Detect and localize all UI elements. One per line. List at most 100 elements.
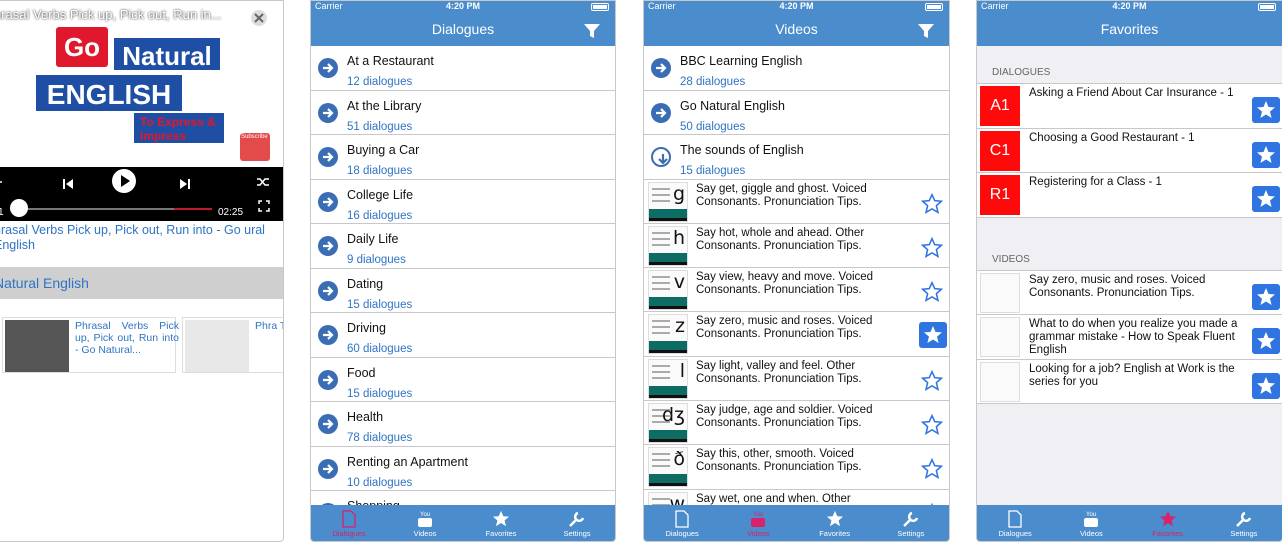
tab-favorites[interactable]: Favorites (797, 505, 873, 541)
video-thumbnail: w (648, 491, 688, 505)
close-icon[interactable] (250, 9, 268, 32)
wrench-icon (873, 505, 949, 529)
related-video[interactable]: Phrasal Verbs Pick up, Pick out, Run int… (2, 317, 179, 373)
star-outline-icon[interactable] (920, 280, 944, 308)
video-title: Say judge, age and soldier. Voiced Conso… (696, 403, 873, 429)
seek-handle[interactable] (10, 199, 28, 217)
arrow-right-circle-icon (318, 369, 338, 390)
battery-icon (925, 3, 943, 11)
previous-icon[interactable] (62, 177, 74, 195)
tab-dialogues[interactable]: Dialogues (644, 505, 720, 541)
youtube-icon: You (1053, 505, 1129, 529)
phoneme-glyph: dʒ (661, 403, 685, 426)
category-row[interactable]: Buying a Car 18 dialogues (311, 135, 615, 180)
section-header-dialogues: DIALOGUES (992, 67, 1051, 78)
video-title-link[interactable]: hrasal Verbs Pick up, Pick out, Run into… (0, 223, 274, 253)
favorite-dialogue-row[interactable]: R1 Registering for a Class - 1 (977, 173, 1282, 218)
next-icon[interactable] (179, 177, 191, 195)
category-row[interactable]: Shopping (311, 491, 615, 505)
star-filled-icon[interactable] (1252, 186, 1280, 212)
related-thumbnail (185, 320, 249, 372)
category-row[interactable]: Food 15 dialogues (311, 357, 615, 402)
tab-videos[interactable]: You Videos (1053, 505, 1129, 541)
category-title: Daily Life (347, 232, 399, 246)
related-video-title: Phra Take (255, 320, 283, 332)
star-filled-icon[interactable] (919, 322, 947, 349)
youtube-icon: You (387, 505, 463, 529)
tab-videos[interactable]: You Videos (720, 505, 796, 541)
play-button[interactable] (111, 168, 137, 199)
category-row[interactable]: Dating 15 dialogues (311, 268, 615, 313)
category-row[interactable]: At a Restaurant 12 dialogues (311, 46, 615, 91)
star-filled-icon[interactable] (1252, 141, 1280, 168)
category-row[interactable]: At the Library 51 dialogues (311, 90, 615, 135)
favorite-dialogue-row[interactable]: A1 Asking a Friend About Car Insurance - … (977, 84, 1282, 129)
video-row[interactable]: w Say wet, one and when. Other Consonants… (644, 489, 949, 505)
category-count: 18 dialogues (347, 165, 413, 177)
favorite-video-row[interactable]: What to do when you realize you made a g… (977, 315, 1282, 360)
repeat-icon[interactable] (0, 175, 3, 193)
category-row[interactable]: Daily Life 9 dialogues (311, 224, 615, 269)
category-row[interactable]: College Life 16 dialogues (311, 179, 615, 224)
video-thumbnail (980, 272, 1020, 313)
tab-settings[interactable]: Settings (539, 505, 615, 541)
star-outline-icon[interactable] (920, 413, 944, 441)
star-filled-icon[interactable] (1252, 283, 1280, 310)
star-filled-icon[interactable] (1252, 97, 1280, 123)
category-row[interactable]: Go Natural English 50 dialogues (644, 90, 949, 135)
category-row[interactable]: Renting an Apartment 10 dialogues (311, 446, 615, 491)
tab-favorites[interactable]: Favorites (463, 505, 539, 541)
star-icon (797, 505, 873, 529)
related-video[interactable]: Phra Take (182, 317, 283, 373)
star-outline-icon[interactable] (920, 192, 944, 220)
phoneme-glyph: l (679, 359, 685, 382)
fullscreen-icon[interactable] (258, 199, 270, 217)
category-row[interactable]: BBC Learning English 28 dialogues (644, 46, 949, 91)
subscribe-button[interactable]: Subscribe (240, 133, 270, 161)
category-title: BBC Learning English (680, 54, 803, 68)
video-frame[interactable]: Go Natural ENGLISH To Express & Impress … (0, 1, 283, 221)
star-filled-icon[interactable] (1252, 328, 1280, 354)
tab-favorites[interactable]: Favorites (1130, 505, 1206, 541)
video-row[interactable]: v Say view, heavy and move. Voiced Conson… (644, 268, 949, 313)
video-row[interactable]: l Say light, valley and feel. Other Conso… (644, 356, 949, 401)
status-bar: Carrier 4:20 PM (311, 1, 615, 13)
video-row[interactable]: z Say zero, music and roses. Voiced Conso… (644, 312, 949, 357)
star-outline-icon[interactable] (920, 236, 944, 264)
document-icon (644, 505, 720, 529)
favorite-video-row[interactable]: Looking for a job? English at Work is th… (977, 359, 1282, 404)
tab-dialogues[interactable]: Dialogues (977, 505, 1053, 541)
star-outline-icon[interactable] (920, 369, 944, 397)
favorite-video-row[interactable]: Say zero, music and roses. Voiced Conson… (977, 270, 1282, 315)
tab-dialogues[interactable]: Dialogues (311, 505, 387, 541)
status-bar: Carrier 4:20 PM (977, 1, 1282, 13)
wrench-icon (539, 505, 615, 529)
tab-videos[interactable]: You Videos (387, 505, 463, 541)
videos-screen: Carrier 4:20 PM Videos BBC Learning Engl… (643, 0, 950, 542)
category-row[interactable]: Health 78 dialogues (311, 402, 615, 447)
logo-go: Go (56, 27, 108, 67)
phoneme-glyph: w (669, 492, 685, 505)
video-title: Say light, valley and feel. Other Conson… (696, 359, 862, 385)
favorite-dialogue-row[interactable]: C1 Choosing a Good Restaurant - 1 (977, 128, 1282, 173)
star-outline-icon[interactable] (920, 458, 944, 485)
video-row[interactable]: ð Say this, other, smooth. Voiced Consona… (644, 445, 949, 490)
category-row[interactable]: Driving 60 dialogues (311, 313, 615, 358)
channel-name[interactable]: Natural English (0, 267, 283, 299)
category-count: 78 dialogues (347, 432, 413, 444)
category-title: Renting an Apartment (347, 454, 468, 469)
share-icon[interactable] (222, 9, 238, 28)
video-row[interactable]: dʒ Say judge, age and soldier. Voiced Con… (644, 400, 949, 446)
star-filled-icon[interactable] (1252, 372, 1280, 399)
buffer-bar (174, 208, 212, 210)
video-row[interactable]: g Say get, giggle and ghost. Voiced Conso… (644, 179, 949, 224)
tab-settings[interactable]: Settings (873, 505, 949, 541)
shuffle-icon[interactable] (256, 175, 270, 193)
phoneme-glyph: z (675, 315, 685, 338)
level-badge: C1 (980, 130, 1020, 171)
category-row[interactable]: The sounds of English 15 dialogues (644, 135, 949, 180)
video-thumbnail: v (648, 270, 688, 311)
tab-settings[interactable]: Settings (1206, 505, 1282, 541)
star-icon (1130, 505, 1206, 529)
video-row[interactable]: h Say hot, whole and ahead. Other Consona… (644, 223, 949, 269)
